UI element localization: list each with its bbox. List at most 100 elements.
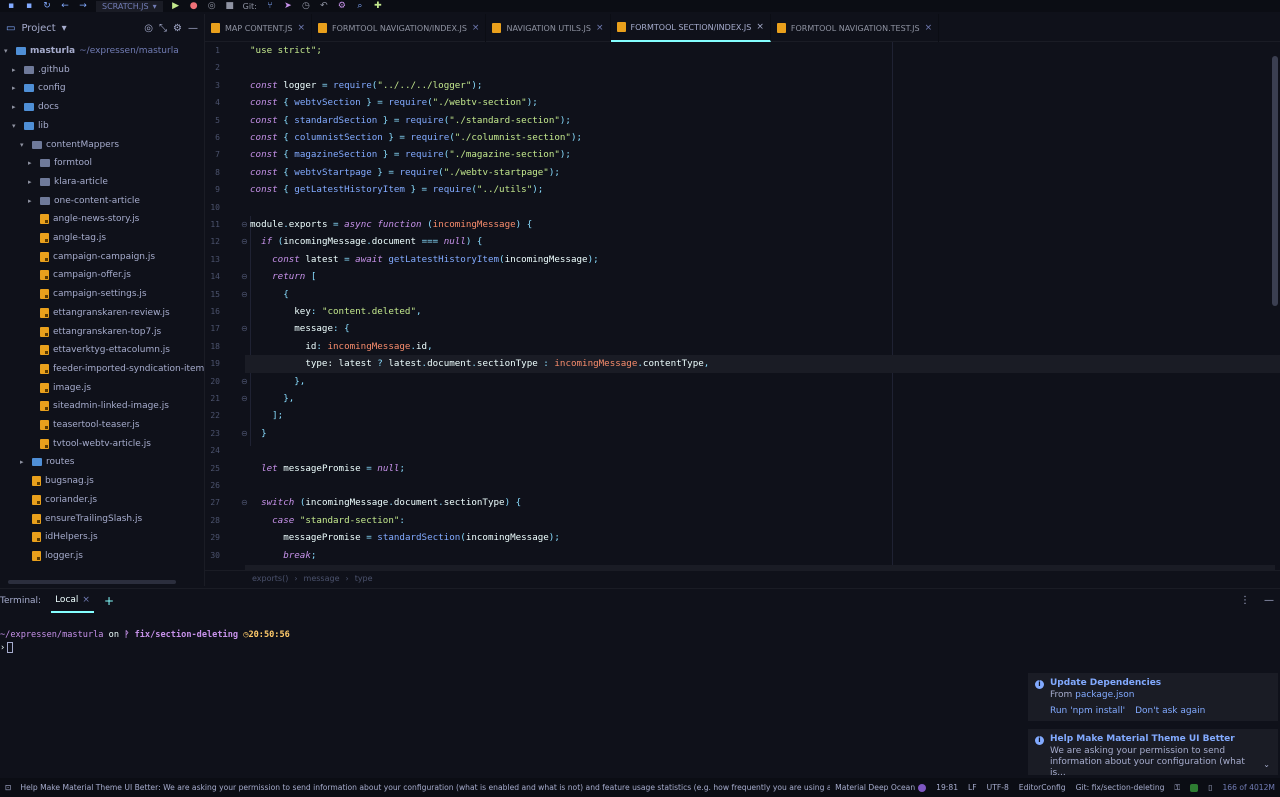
code-line[interactable]: break; xyxy=(250,547,316,564)
editorconfig-indicator[interactable]: EditorConfig xyxy=(1014,783,1071,792)
code-line[interactable]: case "standard-section": xyxy=(250,512,405,529)
tree-item[interactable]: campaign-campaign.js xyxy=(28,248,155,266)
code-line[interactable]: key: "content.deleted", xyxy=(250,303,421,320)
more-icon[interactable]: ⋮ xyxy=(1240,595,1250,606)
code-editor[interactable]: 1 "use strict"; 2 3 const logger = require("… xyxy=(205,42,1280,570)
tree-item[interactable]: ettaverktyg-ettacolumn.js xyxy=(28,341,170,359)
chevron-right-icon[interactable]: ▸ xyxy=(28,173,36,191)
git-rollback-icon[interactable]: ↶ xyxy=(319,1,329,11)
dont-ask-again-link[interactable]: Don't ask again xyxy=(1135,706,1205,716)
chevron-right-icon[interactable]: ▸ xyxy=(20,453,28,471)
code-line[interactable]: { xyxy=(250,286,289,303)
git-push-icon[interactable]: ➤ xyxy=(283,1,293,11)
code-line[interactable]: const { standardSection } = require("./s… xyxy=(250,112,571,129)
status-message[interactable]: Help Make Material Theme UI Better: We a… xyxy=(16,783,830,792)
tree-item[interactable]: ▾ masturla ~/expressen/masturla xyxy=(4,42,179,60)
file-icon[interactable]: ▯ xyxy=(1203,783,1217,792)
chevron-down-icon[interactable]: ▾ xyxy=(62,23,67,34)
code-line[interactable]: if (incomingMessage.document === null) { xyxy=(250,233,482,250)
tree-item[interactable]: ▾ contentMappers xyxy=(20,136,119,154)
terminal-output[interactable]: ~/expressen/masturla on ᚹ fix/section-de… xyxy=(0,629,290,655)
fold-icon[interactable]: ⊖ xyxy=(241,390,248,407)
git-branch[interactable]: Git: fix/section-deleting xyxy=(1071,783,1170,792)
run-npm-install-link[interactable]: Run 'npm install' xyxy=(1050,706,1125,716)
file-encoding[interactable]: UTF-8 xyxy=(982,783,1014,792)
tree-item[interactable]: feeder-imported-syndication-item.js xyxy=(28,360,204,378)
minimize-icon[interactable]: — xyxy=(1264,595,1274,606)
save-icon[interactable]: ▪ xyxy=(6,1,16,11)
editor-tab[interactable]: FORMTOOL NAVIGATION.TEST.JS × xyxy=(771,14,940,42)
run-icon[interactable]: ▶ xyxy=(171,1,181,11)
tree-item[interactable]: tvtool-webtv-article.js xyxy=(28,435,151,453)
code-line[interactable]: message: { xyxy=(250,320,349,337)
close-icon[interactable]: × xyxy=(297,23,305,33)
tree-item[interactable]: ▸ config xyxy=(12,79,66,97)
lock-icon[interactable]: ⚿ xyxy=(1170,783,1186,793)
close-icon[interactable]: × xyxy=(472,23,480,33)
code-line[interactable]: return [ xyxy=(250,268,316,285)
plugin-icon[interactable]: ✚ xyxy=(373,1,383,11)
tree-item[interactable]: ▸ .github xyxy=(12,61,70,79)
add-icon[interactable]: + xyxy=(104,594,114,608)
collapse-icon[interactable]: ⤡ xyxy=(159,23,167,34)
breadcrumb-item[interactable]: message xyxy=(304,574,340,583)
editor-tab[interactable]: MAP CONTENT.JS × xyxy=(205,14,312,42)
chevron-down-icon[interactable]: ⌄ xyxy=(1263,760,1270,769)
minimize-icon[interactable]: — xyxy=(188,23,198,34)
code-line[interactable]: const { magazineSection } = require("./m… xyxy=(250,146,571,163)
target-icon[interactable]: ◎ xyxy=(144,23,153,34)
close-icon[interactable]: × xyxy=(756,22,764,32)
code-line[interactable]: }, xyxy=(250,373,305,390)
code-line[interactable]: ]; xyxy=(250,407,283,424)
caret-position[interactable]: 19:81 xyxy=(931,783,963,792)
tree-item[interactable]: logger.js xyxy=(20,547,83,565)
code-line[interactable]: }, xyxy=(250,390,294,407)
save-all-icon[interactable]: ▪ xyxy=(24,1,34,11)
code-line[interactable]: module.exports = async function (incomin… xyxy=(250,216,532,233)
fold-icon[interactable]: ⊖ xyxy=(241,286,248,303)
breadcrumb-item[interactable]: exports() xyxy=(252,574,288,583)
chevron-right-icon[interactable]: ▸ xyxy=(12,61,20,79)
fold-icon[interactable]: ⊖ xyxy=(241,268,248,285)
chevron-down-icon[interactable]: ▾ xyxy=(12,117,20,135)
close-icon[interactable]: × xyxy=(596,23,604,33)
code-line[interactable]: "use strict"; xyxy=(250,42,322,59)
tree-item[interactable]: ettangranskaren-top7.js xyxy=(28,323,161,341)
stop-icon[interactable]: ■ xyxy=(225,1,235,11)
fold-icon[interactable]: ⊖ xyxy=(241,233,248,250)
tree-item[interactable]: ensureTrailingSlash.js xyxy=(20,510,142,528)
tree-item[interactable]: ▸ formtool xyxy=(28,154,92,172)
code-line[interactable]: const { webtvStartpage } = require("./we… xyxy=(250,164,560,181)
code-line[interactable]: const { webtvSection } = require("./webt… xyxy=(250,94,538,111)
memory-indicator[interactable]: 166 of 4012M xyxy=(1217,783,1280,792)
chevron-right-icon[interactable]: ▸ xyxy=(12,79,20,97)
close-icon[interactable]: × xyxy=(925,23,933,33)
close-icon[interactable]: × xyxy=(82,595,90,605)
editor-tab[interactable]: FORMTOOL NAVIGATION/INDEX.JS × xyxy=(312,14,487,42)
tree-item[interactable]: ▸ routes xyxy=(20,453,74,471)
sync-icon[interactable]: ↻ xyxy=(42,1,52,11)
code-line[interactable]: const logger = require("../../../logger"… xyxy=(250,77,482,94)
tree-item[interactable]: ▸ docs xyxy=(12,98,59,116)
tree-item[interactable]: campaign-settings.js xyxy=(28,285,147,303)
code-line[interactable]: id: incomingMessage.id, xyxy=(250,338,432,355)
chevron-right-icon[interactable]: ▸ xyxy=(28,192,36,210)
code-line[interactable]: const { getLatestHistoryItem } = require… xyxy=(250,181,543,198)
fold-icon[interactable]: ⊖ xyxy=(241,320,248,337)
code-line[interactable]: switch (incomingMessage.document.section… xyxy=(250,494,521,511)
tree-item[interactable]: ▸ one-content-article xyxy=(28,192,140,210)
tree-item[interactable]: angle-tag.js xyxy=(28,229,106,247)
coverage-icon[interactable]: ◎ xyxy=(207,1,217,11)
chevron-right-icon[interactable]: ▸ xyxy=(28,154,36,172)
fold-icon[interactable]: ⊖ xyxy=(241,216,248,233)
tree-item[interactable]: bugsnag.js xyxy=(20,472,94,490)
forward-icon[interactable]: → xyxy=(78,1,88,11)
tree-item[interactable]: campaign-offer.js xyxy=(28,266,131,284)
chevron-down-icon[interactable]: ▾ xyxy=(4,42,12,60)
gear-icon[interactable]: ⚙ xyxy=(173,23,182,34)
fold-icon[interactable]: ⊖ xyxy=(241,494,248,511)
tree-item[interactable]: siteadmin-linked-image.js xyxy=(28,397,169,415)
tree-item[interactable]: ettangranskaren-review.js xyxy=(28,304,170,322)
search-icon[interactable]: ⌕ xyxy=(355,1,365,11)
debug-icon[interactable]: ● xyxy=(189,1,199,11)
